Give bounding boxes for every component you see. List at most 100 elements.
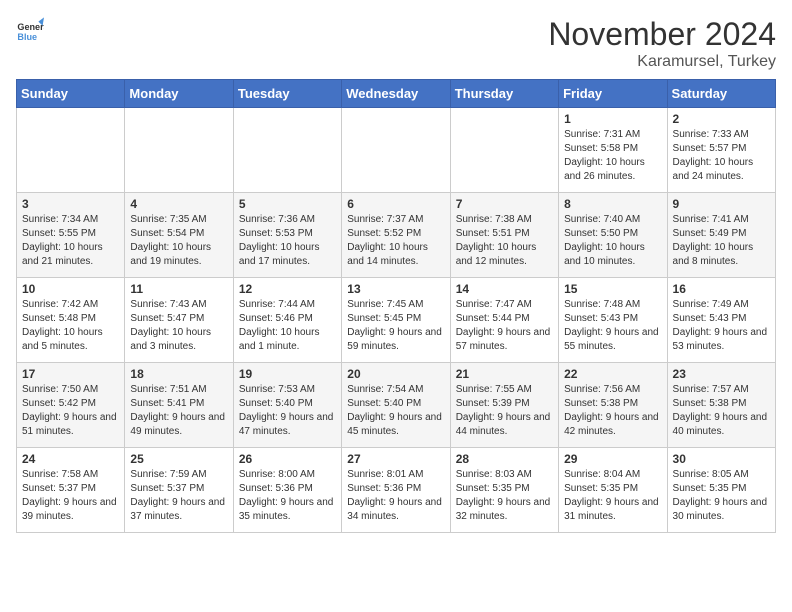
calendar-cell: 11 Sunrise: 7:43 AM Sunset: 5:47 PM Dayli… [125,278,233,363]
calendar-cell: 8 Sunrise: 7:40 AM Sunset: 5:50 PM Daylig… [559,193,667,278]
day-number: 10 [22,282,119,296]
calendar-cell: 27Sunrise: 8:01 AM Sunset: 5:36 PM Dayli… [342,448,450,533]
day-number: 5 [239,197,336,211]
day-number: 11 [130,282,227,296]
cell-info: Sunrise: 7:47 AM Sunset: 5:44 PM Dayligh… [456,298,553,354]
calendar-cell: 19 Sunrise: 7:53 AM Sunset: 5:40 PM Dayli… [233,363,341,448]
cell-info: Sunrise: 7:45 AM Sunset: 5:45 PM Dayligh… [347,298,444,354]
day-number: 19 [239,367,336,381]
day-number: 21 [456,367,553,381]
weekday-header: Thursday [450,80,558,108]
calendar-cell: 6Sunrise: 7:37 AM Sunset: 5:52 PM Daylig… [342,193,450,278]
calendar-cell: 13 Sunrise: 7:45 AM Sunset: 5:45 PM Dayli… [342,278,450,363]
calendar-cell: 25 Sunrise: 7:59 AM Sunset: 5:37 PM Dayli… [125,448,233,533]
calendar-cell: 24 Sunrise: 7:58 AM Sunset: 5:37 PM Dayli… [17,448,125,533]
cell-info: Sunrise: 7:56 AM Sunset: 5:38 PM Dayligh… [564,383,661,439]
cell-info: Sunrise: 7:53 AM Sunset: 5:40 PM Dayligh… [239,383,336,439]
calendar-cell: 26 Sunrise: 8:00 AM Sunset: 5:36 PM Dayli… [233,448,341,533]
calendar-week-row: 17Sunrise: 7:50 AM Sunset: 5:42 PM Dayli… [17,363,776,448]
day-number: 23 [673,367,770,381]
weekday-header: Monday [125,80,233,108]
calendar-cell: 15 Sunrise: 7:48 AM Sunset: 5:43 PM Dayli… [559,278,667,363]
day-number: 18 [130,367,227,381]
cell-info: Sunrise: 7:40 AM Sunset: 5:50 PM Dayligh… [564,213,661,269]
weekday-header: Wednesday [342,80,450,108]
day-number: 27 [347,452,444,466]
cell-info: Sunrise: 7:58 AM Sunset: 5:37 PM Dayligh… [22,468,119,524]
day-number: 3 [22,197,119,211]
cell-info: Sunrise: 8:00 AM Sunset: 5:36 PM Dayligh… [239,468,336,524]
calendar-cell: 12 Sunrise: 7:44 AM Sunset: 5:46 PM Dayli… [233,278,341,363]
day-number: 14 [456,282,553,296]
day-number: 9 [673,197,770,211]
cell-info: Sunrise: 7:38 AM Sunset: 5:51 PM Dayligh… [456,213,553,269]
cell-info: Sunrise: 8:03 AM Sunset: 5:35 PM Dayligh… [456,468,553,524]
cell-info: Sunrise: 8:04 AM Sunset: 5:35 PM Dayligh… [564,468,661,524]
day-number: 6 [347,197,444,211]
calendar-cell: 18 Sunrise: 7:51 AM Sunset: 5:41 PM Dayli… [125,363,233,448]
cell-info: Sunrise: 7:33 AM Sunset: 5:57 PM Dayligh… [673,128,770,184]
page-header: General Blue November 2024 Karamursel, T… [16,16,776,71]
day-number: 4 [130,197,227,211]
cell-info: Sunrise: 7:57 AM Sunset: 5:38 PM Dayligh… [673,383,770,439]
day-number: 25 [130,452,227,466]
calendar-cell: 20Sunrise: 7:54 AM Sunset: 5:40 PM Dayli… [342,363,450,448]
day-number: 15 [564,282,661,296]
calendar-cell: 30 Sunrise: 8:05 AM Sunset: 5:35 PM Dayli… [667,448,775,533]
cell-info: Sunrise: 7:43 AM Sunset: 5:47 PM Dayligh… [130,298,227,354]
day-number: 12 [239,282,336,296]
svg-text:Blue: Blue [17,32,37,42]
day-number: 7 [456,197,553,211]
weekday-header: Sunday [17,80,125,108]
day-number: 24 [22,452,119,466]
calendar-cell: 9Sunrise: 7:41 AM Sunset: 5:49 PM Daylig… [667,193,775,278]
calendar-week-row: 24 Sunrise: 7:58 AM Sunset: 5:37 PM Dayli… [17,448,776,533]
cell-info: Sunrise: 7:44 AM Sunset: 5:46 PM Dayligh… [239,298,336,354]
cell-info: Sunrise: 7:51 AM Sunset: 5:41 PM Dayligh… [130,383,227,439]
day-number: 26 [239,452,336,466]
cell-info: Sunrise: 7:48 AM Sunset: 5:43 PM Dayligh… [564,298,661,354]
calendar-cell [17,108,125,193]
calendar-cell: 2 Sunrise: 7:33 AM Sunset: 5:57 PM Daylig… [667,108,775,193]
logo: General Blue [16,16,44,44]
logo-icon: General Blue [16,16,44,44]
calendar-cell: 10Sunrise: 7:42 AM Sunset: 5:48 PM Dayli… [17,278,125,363]
calendar-week-row: 3 Sunrise: 7:34 AM Sunset: 5:55 PM Daylig… [17,193,776,278]
weekday-header: Tuesday [233,80,341,108]
month-title: November 2024 [548,16,776,53]
calendar-cell: 23 Sunrise: 7:57 AM Sunset: 5:38 PM Dayli… [667,363,775,448]
day-number: 8 [564,197,661,211]
subtitle: Karamursel, Turkey [548,53,776,71]
day-number: 1 [564,112,661,126]
cell-info: Sunrise: 8:05 AM Sunset: 5:35 PM Dayligh… [673,468,770,524]
cell-info: Sunrise: 7:55 AM Sunset: 5:39 PM Dayligh… [456,383,553,439]
cell-info: Sunrise: 7:31 AM Sunset: 5:58 PM Dayligh… [564,128,661,184]
day-number: 22 [564,367,661,381]
day-number: 30 [673,452,770,466]
calendar-cell [342,108,450,193]
calendar-cell: 21 Sunrise: 7:55 AM Sunset: 5:39 PM Dayli… [450,363,558,448]
calendar-cell: 17Sunrise: 7:50 AM Sunset: 5:42 PM Dayli… [17,363,125,448]
weekday-header: Friday [559,80,667,108]
calendar-cell: 7 Sunrise: 7:38 AM Sunset: 5:51 PM Daylig… [450,193,558,278]
calendar-cell [125,108,233,193]
calendar-cell: 1 Sunrise: 7:31 AM Sunset: 5:58 PM Daylig… [559,108,667,193]
day-number: 13 [347,282,444,296]
cell-info: Sunrise: 7:35 AM Sunset: 5:54 PM Dayligh… [130,213,227,269]
cell-info: Sunrise: 7:34 AM Sunset: 5:55 PM Dayligh… [22,213,119,269]
calendar-cell: 14 Sunrise: 7:47 AM Sunset: 5:44 PM Dayli… [450,278,558,363]
calendar-week-row: 10Sunrise: 7:42 AM Sunset: 5:48 PM Dayli… [17,278,776,363]
day-number: 16 [673,282,770,296]
calendar-cell: 16Sunrise: 7:49 AM Sunset: 5:43 PM Dayli… [667,278,775,363]
calendar-cell: 22 Sunrise: 7:56 AM Sunset: 5:38 PM Dayli… [559,363,667,448]
calendar-table: SundayMondayTuesdayWednesdayThursdayFrid… [16,79,776,533]
calendar-cell [233,108,341,193]
day-number: 2 [673,112,770,126]
svg-text:General: General [17,22,44,32]
cell-info: Sunrise: 7:36 AM Sunset: 5:53 PM Dayligh… [239,213,336,269]
calendar-cell: 28Sunrise: 8:03 AM Sunset: 5:35 PM Dayli… [450,448,558,533]
calendar-cell: 3 Sunrise: 7:34 AM Sunset: 5:55 PM Daylig… [17,193,125,278]
calendar-cell: 29Sunrise: 8:04 AM Sunset: 5:35 PM Dayli… [559,448,667,533]
cell-info: Sunrise: 7:59 AM Sunset: 5:37 PM Dayligh… [130,468,227,524]
cell-info: Sunrise: 7:50 AM Sunset: 5:42 PM Dayligh… [22,383,119,439]
